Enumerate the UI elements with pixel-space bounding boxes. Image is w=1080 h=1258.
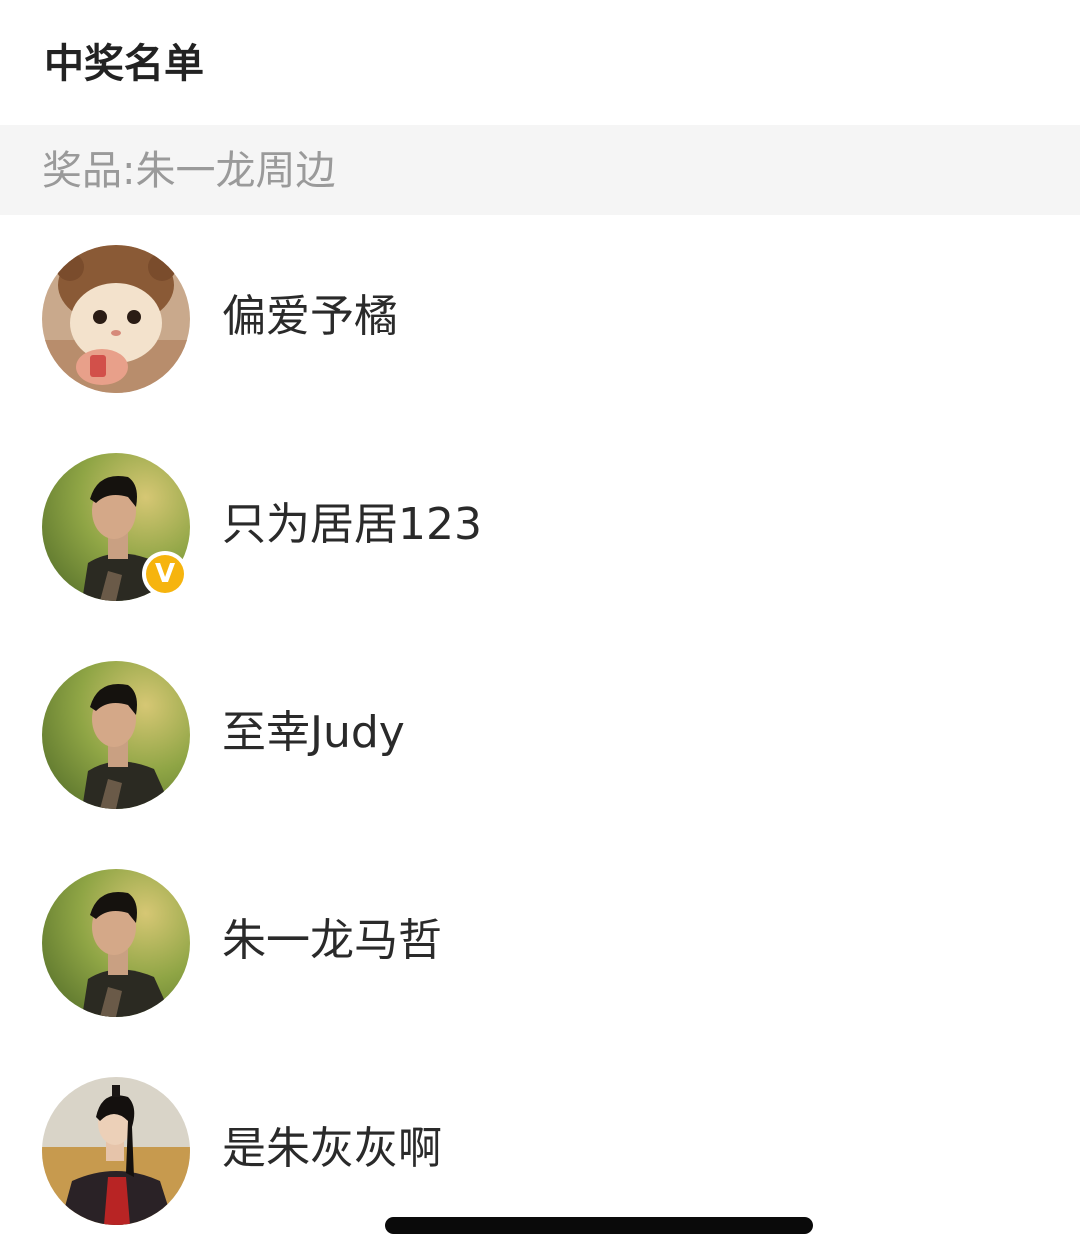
winner-name[interactable]: 是朱灰灰啊	[222, 1121, 442, 1177]
prize-bar: 奖品:朱一龙周边	[0, 125, 1080, 215]
winner-row[interactable]: V 只为居居123	[0, 423, 1080, 631]
home-indicator[interactable]	[385, 1217, 813, 1234]
winner-row[interactable]: 至幸Judy	[0, 631, 1080, 839]
winner-name[interactable]: 至幸Judy	[222, 705, 405, 761]
header: 中奖名单	[0, 0, 1080, 125]
costume-character-avatar-icon[interactable]	[42, 1077, 190, 1225]
winner-name[interactable]: 朱一龙马哲	[222, 913, 442, 969]
winner-name[interactable]: 偏爱予橘	[222, 289, 398, 345]
prize-text: 奖品:朱一龙周边	[42, 148, 336, 194]
winner-row[interactable]: 偏爱予橘	[0, 215, 1080, 423]
winner-name[interactable]: 只为居居123	[222, 497, 482, 553]
cat-avatar-icon[interactable]	[42, 245, 190, 393]
page-title: 中奖名单	[44, 41, 204, 87]
boy-profile-avatar-icon[interactable]	[42, 869, 190, 1017]
boy-profile-avatar-icon[interactable]	[42, 661, 190, 809]
verified-badge-icon: V	[142, 551, 188, 597]
winner-row[interactable]: 朱一龙马哲	[0, 839, 1080, 1047]
